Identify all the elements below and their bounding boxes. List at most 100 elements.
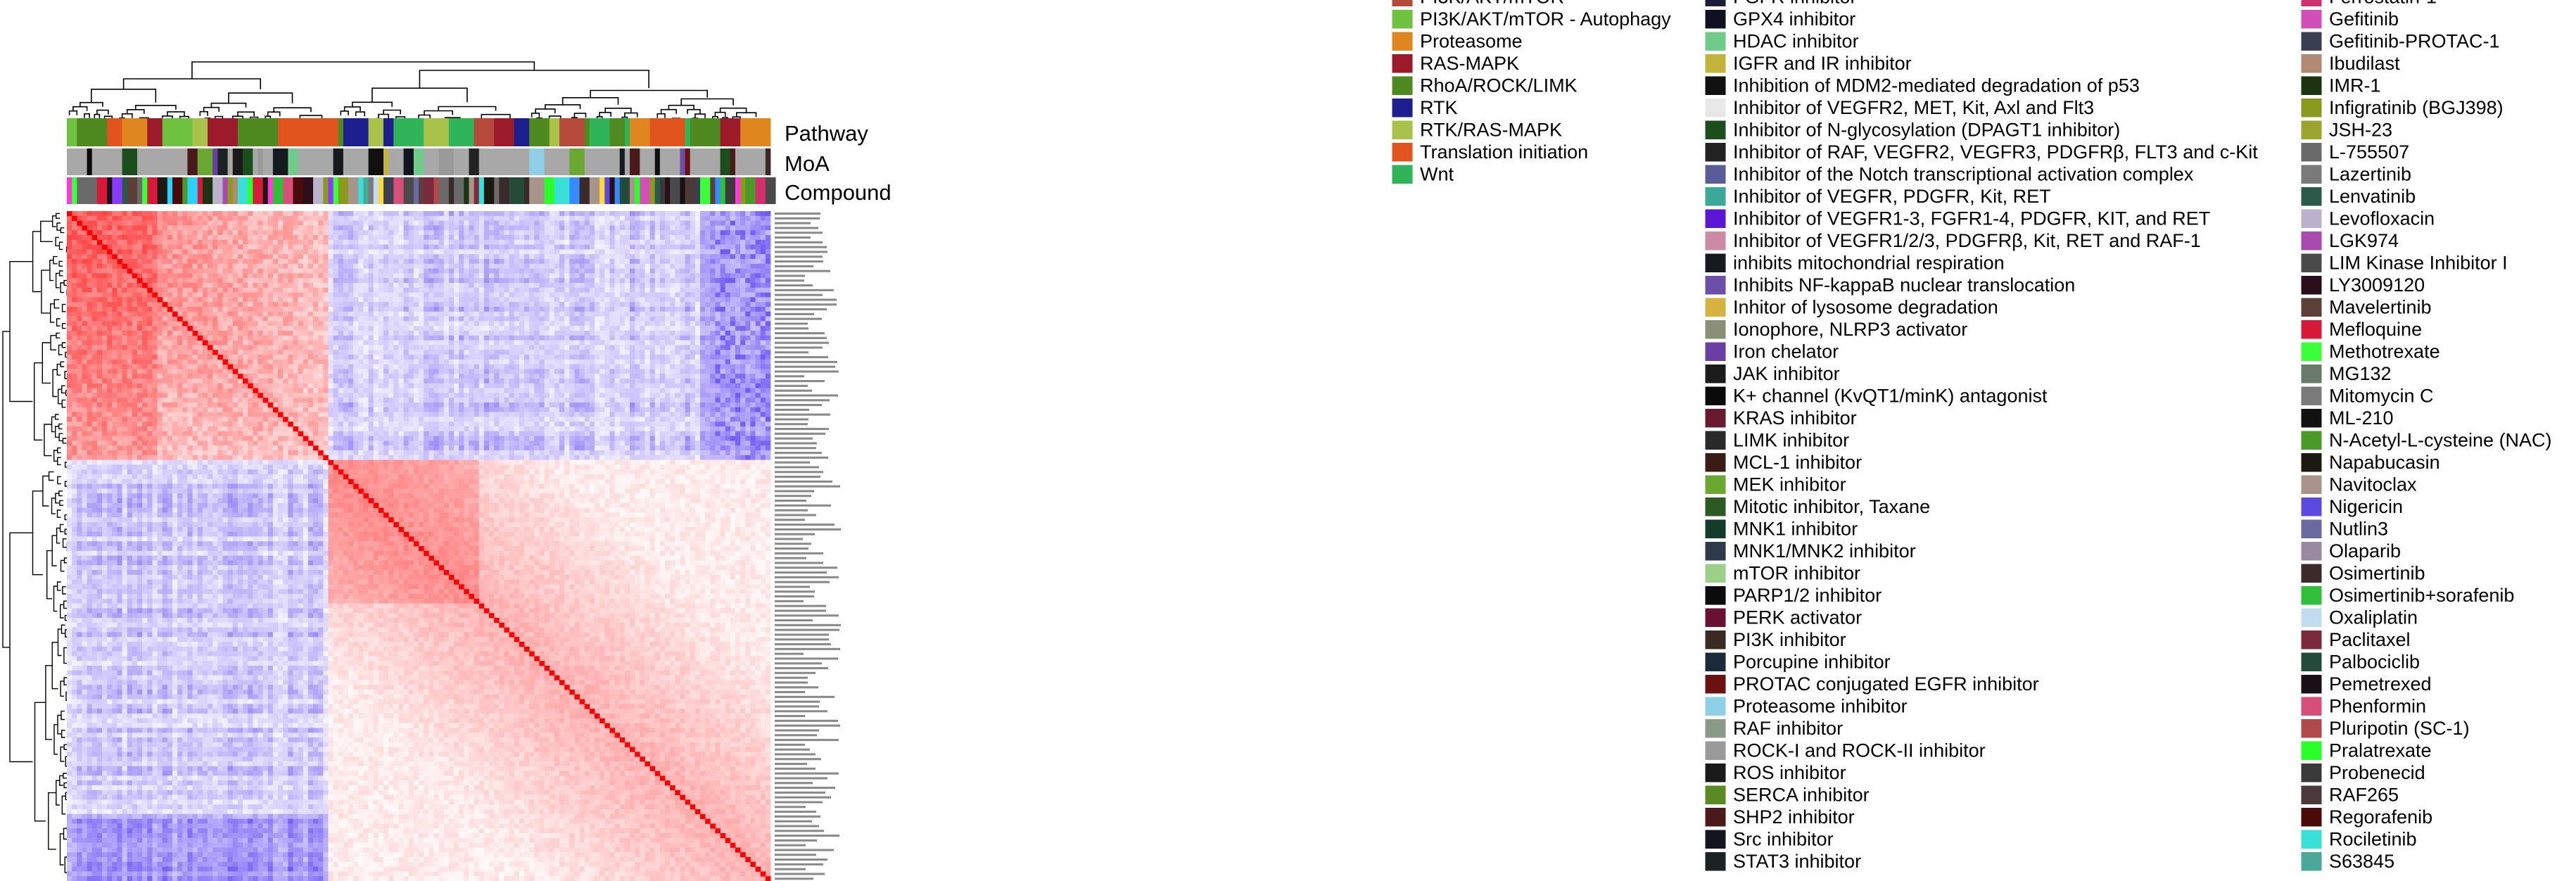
- heatmap-cell: [353, 273, 359, 279]
- heatmap-cell: [378, 292, 384, 298]
- heatmap-cell: [685, 355, 691, 360]
- heatmap-cell: [303, 254, 309, 260]
- heatmap-cell: [147, 230, 153, 236]
- heatmap-cell: [433, 355, 439, 360]
- dendrogram-branch: [50, 303, 55, 323]
- heatmap-cell: [373, 321, 379, 327]
- heatmap-cell: [393, 340, 399, 346]
- heatmap-cell: [383, 345, 389, 350]
- heatmap-cell: [232, 364, 239, 369]
- heatmap-cell: [694, 311, 701, 317]
- heatmap-cell: [755, 331, 761, 336]
- heatmap-cell: [82, 259, 87, 265]
- heatmap-cell: [243, 326, 248, 331]
- heatmap-cell: [112, 273, 118, 279]
- heatmap-cell: [162, 273, 168, 279]
- heatmap-cell: [489, 239, 495, 245]
- heatmap-cell: [323, 259, 329, 265]
- heatmap-cell: [675, 355, 680, 360]
- heatmap-cell: [559, 211, 565, 217]
- heatmap-cell: [448, 254, 455, 260]
- heatmap-cell: [469, 220, 474, 226]
- heatmap-cell: [383, 297, 389, 303]
- heatmap-cell: [609, 302, 615, 308]
- heatmap-cell: [272, 220, 279, 226]
- heatmap-cell: [303, 335, 309, 341]
- heatmap-cell: [107, 225, 113, 231]
- heatmap-cell: [700, 350, 706, 355]
- heatmap-cell: [750, 211, 756, 217]
- heatmap-cell: [388, 263, 394, 269]
- heatmap-cell: [483, 283, 490, 289]
- heatmap-cell: [509, 211, 515, 217]
- heatmap-cell: [398, 345, 404, 350]
- heatmap-cell: [755, 302, 761, 308]
- heatmap-cell: [343, 359, 349, 365]
- heatmap-cell: [262, 321, 269, 327]
- heatmap-cell: [197, 355, 203, 360]
- heatmap-cell: [243, 268, 248, 274]
- heatmap-cell: [373, 230, 379, 236]
- heatmap-cell: [127, 302, 133, 308]
- heatmap-cell: [469, 235, 474, 241]
- heatmap-cell: [142, 331, 148, 336]
- heatmap-cell: [599, 259, 605, 265]
- heatmap-cell: [72, 225, 77, 231]
- heatmap-cell: [137, 287, 143, 293]
- heatmap-cell: [438, 235, 445, 241]
- heatmap-cell: [293, 278, 298, 284]
- heatmap-cell: [358, 331, 364, 336]
- heatmap-cell: [599, 359, 605, 365]
- heatmap-cell: [72, 244, 77, 250]
- heatmap-cell: [685, 249, 691, 255]
- heatmap-cell: [579, 307, 585, 312]
- heatmap-cell: [258, 273, 263, 279]
- heatmap-cell: [705, 350, 711, 355]
- heatmap-cell: [604, 239, 610, 245]
- heatmap-cell: [283, 268, 288, 274]
- annotation-bar-compound: [735, 177, 741, 204]
- heatmap-cell: [750, 302, 756, 308]
- heatmap-cell: [730, 307, 736, 312]
- heatmap-cell: [91, 340, 98, 346]
- heatmap-cell: [253, 297, 258, 303]
- heatmap-cell: [489, 278, 495, 284]
- heatmap-cell: [96, 244, 103, 250]
- heatmap-cell: [91, 263, 98, 269]
- heatmap-cell: [469, 225, 474, 231]
- heatmap-cell: [363, 316, 369, 322]
- heatmap-cell: [157, 215, 163, 221]
- heatmap-cell: [248, 364, 253, 369]
- heatmap-cell: [272, 287, 279, 293]
- heatmap-cell: [288, 326, 293, 331]
- heatmap-cell: [343, 350, 349, 355]
- heatmap-cell: [177, 263, 183, 269]
- heatmap-cell: [102, 345, 108, 350]
- heatmap-cell: [298, 331, 304, 336]
- dendrogram-branch: [714, 111, 726, 117]
- heatmap-cell: [760, 259, 766, 265]
- heatmap-cell: [504, 244, 509, 250]
- heatmap-cell: [589, 340, 595, 346]
- heatmap-cell: [182, 283, 188, 289]
- heatmap-cell: [438, 350, 445, 355]
- heatmap-cell: [202, 239, 208, 245]
- heatmap-cell: [665, 316, 671, 322]
- heatmap-cell: [680, 254, 685, 260]
- heatmap-cell: [554, 302, 560, 308]
- heatmap-cell: [735, 235, 741, 241]
- heatmap-cell: [635, 220, 640, 226]
- heatmap-cell: [157, 345, 163, 350]
- heatmap-cell: [227, 244, 234, 250]
- heatmap-cell: [720, 297, 726, 303]
- heatmap-cell: [710, 211, 716, 217]
- heatmap-cell: [383, 263, 389, 269]
- heatmap-cell: [122, 215, 128, 221]
- heatmap-cell: [222, 297, 228, 303]
- heatmap-cell: [318, 335, 324, 341]
- heatmap-cell: [504, 326, 509, 331]
- heatmap-cell: [569, 340, 575, 346]
- heatmap-cell: [549, 268, 555, 274]
- heatmap-cell: [478, 359, 485, 365]
- heatmap-cell: [659, 311, 666, 317]
